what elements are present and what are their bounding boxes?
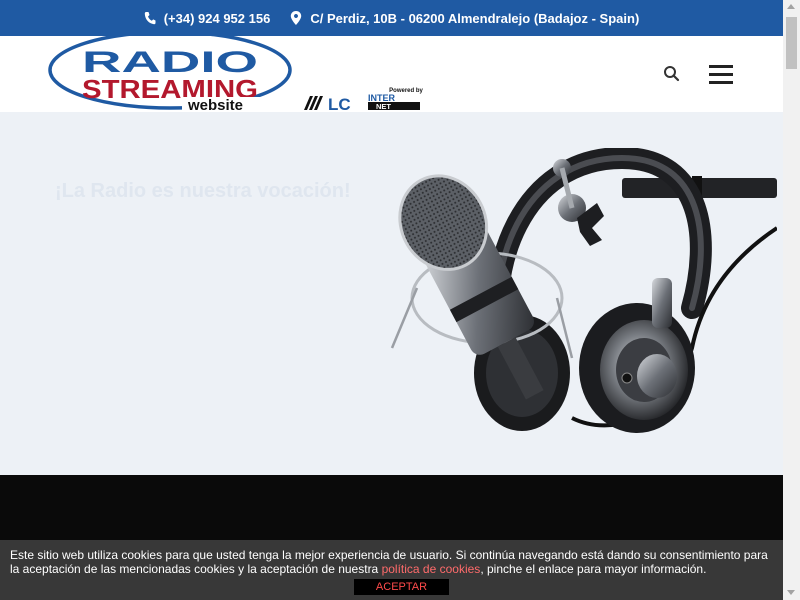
- cookie-consent-bar: Este sitio web utiliza cookies para que …: [0, 540, 783, 600]
- page-scrollbar[interactable]: [783, 0, 800, 600]
- phone-contact[interactable]: (+34) 924 952 156: [144, 11, 271, 26]
- hero-title: ¡La Radio es nuestra vocación!: [55, 180, 351, 202]
- menu-bar: [709, 73, 733, 76]
- scroll-up-arrow-icon[interactable]: [787, 4, 795, 9]
- hamburger-menu-icon[interactable]: [706, 62, 736, 86]
- address-contact: C/ Perdiz, 10B - 06200 Almendralejo (Bad…: [290, 11, 639, 26]
- radio-streaming-logo[interactable]: RADIO STREAMING website: [48, 36, 298, 112]
- address-text: C/ Perdiz, 10B - 06200 Almendralejo (Bad…: [310, 10, 640, 26]
- scroll-down-arrow-icon[interactable]: [787, 590, 795, 595]
- cookie-text-end: , pinche el enlace para mayor informació…: [480, 562, 707, 576]
- hero-section: ¡La Radio es nuestra vocación!: [0, 112, 783, 475]
- brand-net: NET: [376, 102, 391, 111]
- search-icon[interactable]: [662, 64, 682, 84]
- powered-by-lcinternet-logo[interactable]: Powered by LC INTER NET: [302, 86, 424, 112]
- site-header: RADIO STREAMING website Powered by LC IN…: [0, 36, 783, 112]
- page: (+34) 924 952 156 C/ Perdiz, 10B - 06200…: [0, 0, 783, 600]
- accept-cookies-button[interactable]: ACEPTAR: [354, 579, 449, 595]
- phone-icon: [144, 12, 156, 25]
- cookie-policy-link[interactable]: política de cookies: [382, 562, 481, 576]
- logo-line-website: website: [187, 97, 243, 112]
- top-info-bar: (+34) 924 952 156 C/ Perdiz, 10B - 06200…: [0, 0, 783, 36]
- scrollbar-thumb[interactable]: [786, 17, 797, 69]
- brand-lc: LC: [328, 95, 351, 112]
- menu-bar: [709, 65, 733, 68]
- phone-number[interactable]: (+34) 924 952 156: [164, 11, 271, 26]
- microphone-headphones-image: [390, 148, 777, 433]
- menu-bar: [709, 81, 733, 84]
- map-pin-icon: [291, 11, 302, 25]
